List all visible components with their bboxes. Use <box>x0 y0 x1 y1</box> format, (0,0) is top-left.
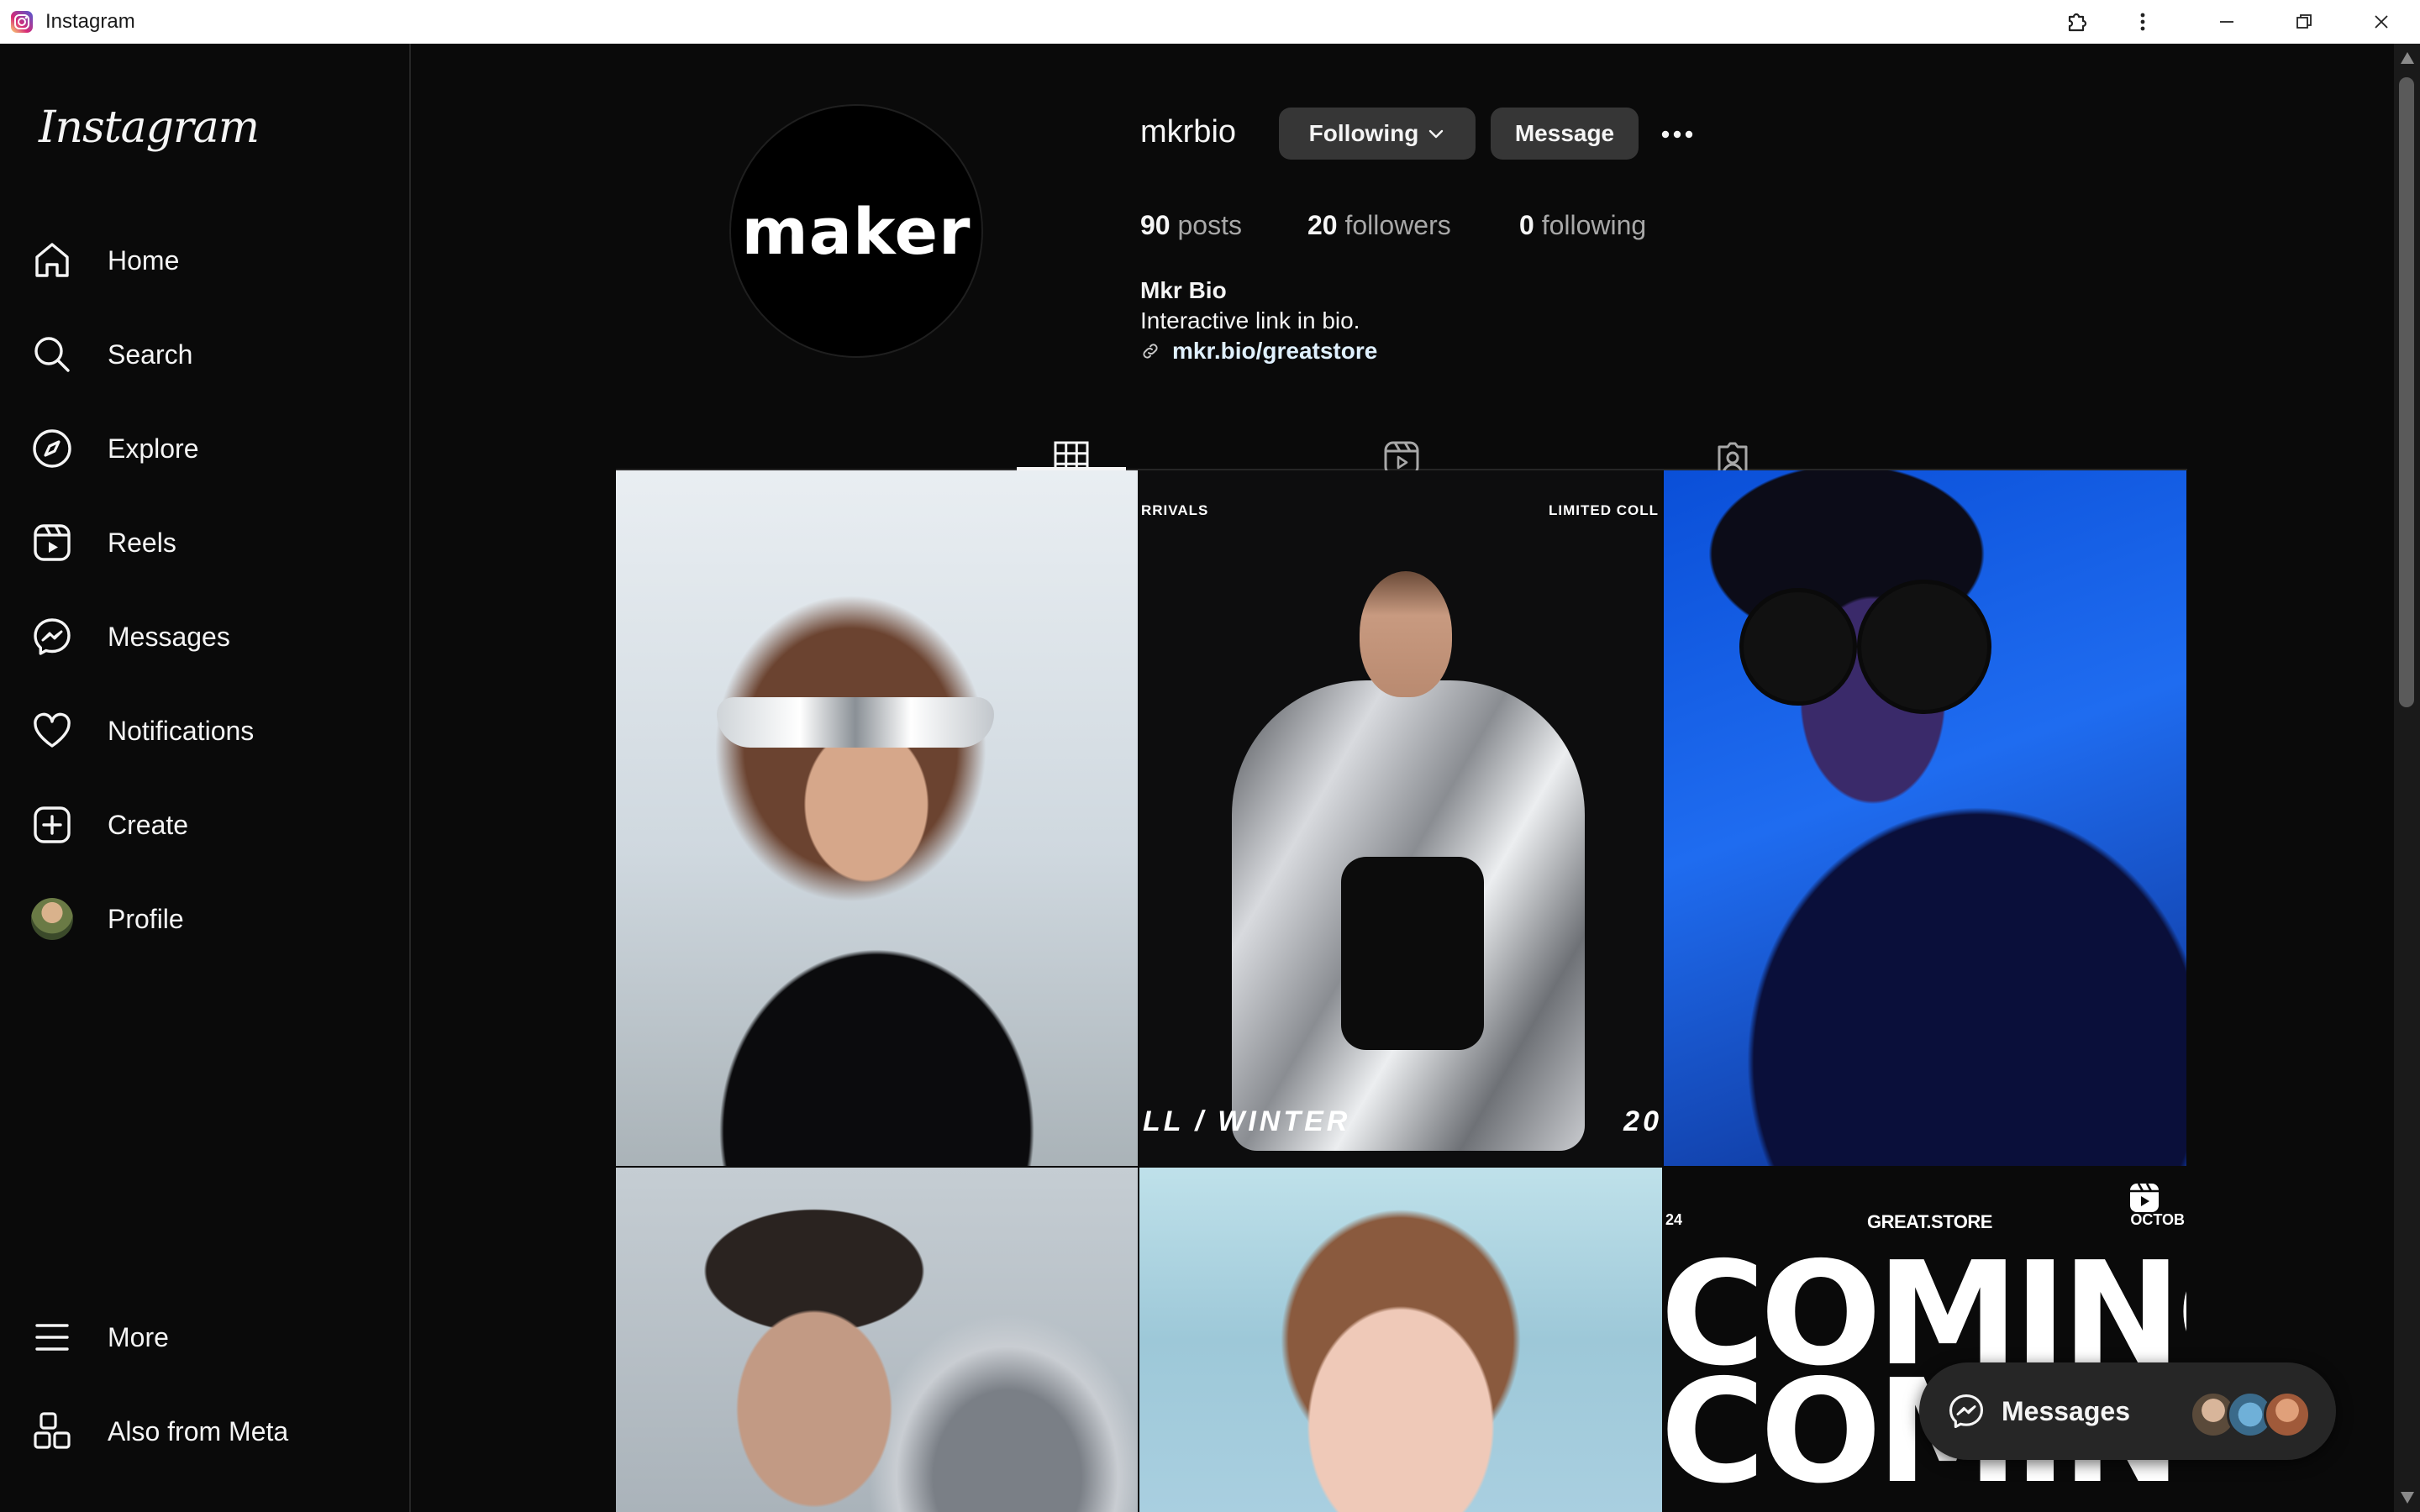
kebab-menu-icon[interactable] <box>2119 5 2166 39</box>
sidebar-item-profile[interactable]: Profile <box>22 882 375 956</box>
restore-icon[interactable] <box>2281 5 2328 39</box>
sidebar-item-also-from-meta[interactable]: Also from Meta <box>22 1394 375 1468</box>
sunglasses-shape <box>717 697 994 748</box>
window-title-bar: Instagram <box>0 0 2420 44</box>
messenger-icon <box>22 606 82 667</box>
sunglasses-lens-left <box>1739 588 1857 706</box>
stat-posts: 90 posts <box>1140 210 1242 241</box>
sidebar-item-messages[interactable]: Messages <box>22 600 375 674</box>
sidebar-item-notifications[interactable]: Notifications <box>22 694 375 768</box>
head-shape <box>1360 571 1452 697</box>
sidebar-item-create[interactable]: Create <box>22 788 375 862</box>
post-caption-text: 20 <box>1623 1105 1662 1137</box>
post-tile[interactable] <box>616 470 1138 1166</box>
link-icon <box>1143 344 1158 359</box>
post-tile[interactable] <box>1139 1168 1662 1512</box>
sidebar: Instagram Home Search Explore Reels Mess… <box>0 44 411 1512</box>
following-label: following <box>1541 210 1647 240</box>
sidebar-item-label: Explore <box>108 433 199 464</box>
scrollbar[interactable] <box>2394 44 2420 1512</box>
heart-icon <box>22 701 82 761</box>
hamburger-icon <box>22 1307 82 1368</box>
profile-bio: Interactive link in bio. <box>1140 307 1360 333</box>
scroll-up-arrow[interactable] <box>2401 52 2414 64</box>
stat-followers[interactable]: 20 followers <box>1307 210 1451 241</box>
reels-icon <box>22 512 82 573</box>
instagram-logo[interactable]: Instagram <box>39 102 260 153</box>
sidebar-item-label: Reels <box>108 527 176 558</box>
sidebar-item-home[interactable]: Home <box>22 223 375 297</box>
sidebar-item-more[interactable]: More <box>22 1300 375 1374</box>
post-tile[interactable]: RRIVALS LIMITED COLL LL / WINTER 20 <box>1139 470 1662 1166</box>
post-caption-text: LL / WINTER <box>1143 1105 1351 1137</box>
post-caption-text: 24 <box>1665 1211 1683 1228</box>
sidebar-item-label: Notifications <box>108 715 255 746</box>
sidebar-item-label: Search <box>108 339 193 370</box>
window-title: Instagram <box>45 10 135 33</box>
messages-pill-label: Messages <box>2002 1396 2130 1426</box>
sidebar-item-label: Also from Meta <box>108 1415 289 1446</box>
instagram-app-icon <box>11 11 33 33</box>
sidebar-item-label: Create <box>108 809 189 840</box>
message-button[interactable]: Message <box>1491 108 1639 160</box>
following-count: 0 <box>1519 210 1534 240</box>
profile-link-text: mkr.bio/greatstore <box>1172 338 1378 364</box>
avatar-text: maker <box>741 193 971 269</box>
plus-square-icon <box>22 795 82 855</box>
sidebar-item-label: Profile <box>108 903 184 934</box>
home-icon <box>22 230 82 291</box>
followers-count: 20 <box>1307 210 1338 240</box>
stat-following[interactable]: 0 following <box>1519 210 1646 241</box>
avatar <box>31 898 73 940</box>
sidebar-item-explore[interactable]: Explore <box>22 412 375 486</box>
following-button-label: Following <box>1308 120 1419 146</box>
post-tile[interactable] <box>616 1168 1138 1512</box>
sidebar-item-label: Home <box>108 244 180 276</box>
profile-username: mkrbio <box>1140 114 1237 150</box>
messages-floating-button[interactable]: Messages <box>1919 1362 2336 1460</box>
message-button-label: Message <box>1514 120 1615 146</box>
scroll-down-arrow[interactable] <box>2401 1492 2414 1504</box>
profile-full-name: Mkr Bio <box>1140 277 1227 303</box>
profile-avatar[interactable]: maker <box>729 104 983 358</box>
meta-apps-icon <box>22 1401 82 1462</box>
reel-badge-icon <box>2130 1183 2159 1212</box>
extension-icon[interactable] <box>2054 5 2101 39</box>
search-icon <box>22 324 82 385</box>
sidebar-item-search[interactable]: Search <box>22 318 375 391</box>
profile-avatar-wrap <box>22 889 82 949</box>
posts-label: posts <box>1177 210 1242 240</box>
post-caption-text: LIMITED COLL <box>1549 502 1659 518</box>
avatar <box>2264 1391 2311 1438</box>
followers-label: followers <box>1344 210 1451 240</box>
sidebar-item-label: Messages <box>108 621 230 652</box>
scroll-thumb[interactable] <box>2399 77 2414 707</box>
chevron-down-icon <box>1429 129 1444 139</box>
close-icon[interactable] <box>2358 5 2405 39</box>
sidebar-item-label: More <box>108 1321 169 1352</box>
post-caption-text: RRIVALS <box>1141 502 1209 518</box>
messenger-icon <box>1949 1394 1984 1429</box>
post-caption-text: GREAT.STORE <box>1867 1211 1992 1232</box>
profile-link[interactable]: mkr.bio/greatstore <box>1140 338 1377 365</box>
bag-shape <box>1341 857 1484 1050</box>
sunglasses-lens-right <box>1857 580 1991 714</box>
sidebar-item-reels[interactable]: Reels <box>22 506 375 580</box>
following-button[interactable]: Following <box>1279 108 1476 160</box>
posts-count: 90 <box>1140 210 1171 240</box>
more-options-icon[interactable] <box>1655 118 1699 151</box>
post-tile[interactable] <box>1664 470 2186 1166</box>
compass-icon <box>22 418 82 479</box>
post-tile[interactable]: 24 GREAT.STORE OCTOB COMING COMING <box>1664 1168 2186 1512</box>
minimize-icon[interactable] <box>2203 5 2250 39</box>
